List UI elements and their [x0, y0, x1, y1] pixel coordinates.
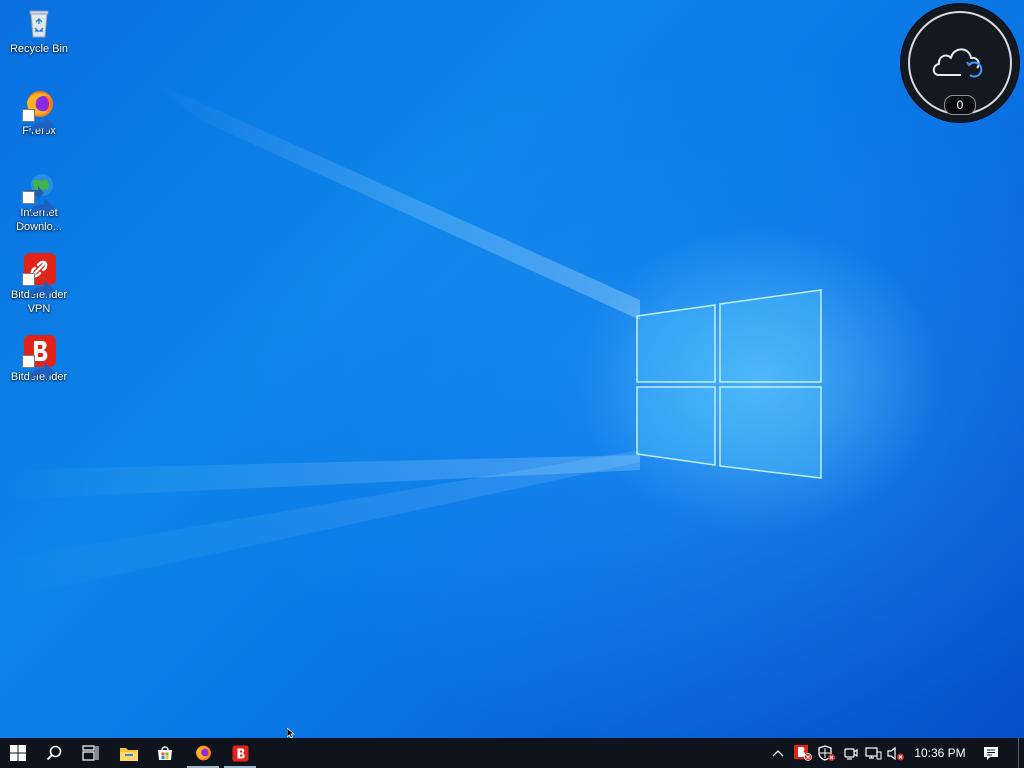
action-center-button[interactable]: [978, 738, 1004, 768]
firefox-icon: [196, 745, 211, 761]
show-desktop-button[interactable]: [1018, 738, 1024, 768]
taskbar: 10:36 PM: [0, 738, 1024, 768]
taskbar-microsoft-store[interactable]: [147, 738, 183, 768]
firefox-icon: [22, 88, 56, 138]
notifications-icon: [984, 746, 998, 760]
desktop-icon-bitdefender[interactable]: Bitdefender: [4, 334, 74, 384]
start-button[interactable]: [0, 738, 36, 768]
volume-muted-icon: [887, 746, 904, 760]
bitdefender-icon: [22, 334, 56, 384]
show-hidden-icons-button[interactable]: [768, 738, 788, 768]
desktop-icon-firefox[interactable]: Firefox: [4, 88, 74, 138]
taskbar-bitdefender[interactable]: [222, 738, 258, 768]
desktop-icon-bitdefender-vpn[interactable]: Bitdefender VPN: [4, 252, 74, 316]
task-view-icon: [81, 745, 98, 761]
tray-meet-now[interactable]: [840, 738, 862, 768]
tray-network[interactable]: [862, 738, 884, 768]
taskbar-clock[interactable]: 10:36 PM: [908, 738, 972, 768]
tray-windows-security[interactable]: [816, 738, 838, 768]
desktop-icon-recycle-bin[interactable]: Recycle Bin: [4, 6, 74, 56]
windows-logo-graphic: [636, 289, 822, 479]
shortcut-arrow-icon: [22, 273, 54, 302]
taskbar-file-explorer[interactable]: [111, 738, 147, 768]
desktop-icon-internet-download-manager[interactable]: Internet Downlo...: [4, 170, 74, 234]
chevron-up-icon: [772, 750, 784, 757]
bitdefender-tray-icon: [794, 745, 812, 761]
search-icon: [46, 745, 62, 761]
file-explorer-icon: [120, 747, 138, 761]
shortcut-arrow-icon: [22, 191, 54, 220]
cloud-sync-widget[interactable]: 0: [901, 4, 1019, 122]
taskbar-firefox[interactable]: [185, 738, 221, 768]
internet-download-manager-icon: [22, 170, 56, 220]
search-button[interactable]: [36, 738, 72, 768]
wallpaper-light-beams: [0, 80, 822, 600]
desktop-wallpaper[interactable]: Recycle Bin Firefox Internet Downlo... B…: [0, 0, 1024, 738]
cloud-sync-icon: [932, 48, 983, 78]
meet-now-icon: [844, 747, 858, 760]
microsoft-store-icon: [158, 746, 172, 760]
tray-bitdefender[interactable]: [792, 738, 814, 768]
network-icon: [864, 746, 881, 759]
mouse-cursor-icon: [287, 728, 295, 738]
shortcut-arrow-icon: [22, 355, 54, 384]
tray-volume[interactable]: [884, 738, 908, 768]
cloud-sync-count: 0: [944, 95, 976, 115]
windows-security-icon: [818, 744, 835, 761]
bitdefender-icon: [232, 745, 248, 761]
recycle-bin-icon: [22, 6, 56, 40]
shortcut-arrow-icon: [22, 109, 54, 138]
windows-start-icon: [10, 745, 26, 761]
bitdefender-vpn-icon: [22, 252, 56, 302]
desktop-icon-label: Recycle Bin: [9, 43, 69, 55]
task-view-button[interactable]: [72, 738, 108, 768]
